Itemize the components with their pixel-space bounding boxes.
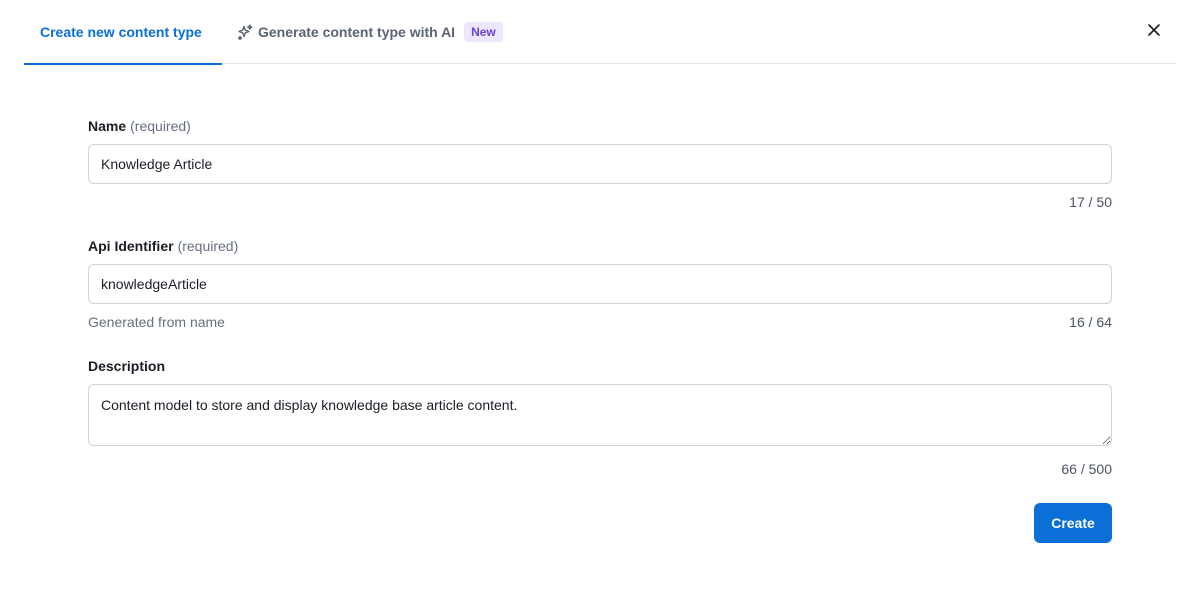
create-button[interactable]: Create — [1034, 503, 1112, 543]
name-label: Name (required) — [88, 118, 191, 134]
close-button[interactable] — [1144, 22, 1164, 42]
api-identifier-input[interactable] — [88, 264, 1112, 304]
create-content-type-modal: Create new content type Generate content… — [0, 0, 1200, 601]
tab-create-content-type[interactable]: Create new content type — [24, 0, 222, 65]
description-char-counter: 66 / 500 — [1061, 461, 1112, 477]
name-char-counter: 17 / 50 — [1069, 194, 1112, 210]
new-badge: New — [464, 22, 503, 42]
api-identifier-label-text: Api Identifier — [88, 238, 174, 254]
description-label-text: Description — [88, 358, 166, 374]
tab-bar: Create new content type Generate content… — [24, 0, 1176, 65]
api-identifier-required-text: (required) — [177, 238, 239, 254]
sparkle-icon — [237, 24, 254, 41]
close-icon — [1147, 23, 1161, 42]
api-identifier-hint: Generated from name — [88, 314, 225, 330]
tab-generate-with-ai[interactable]: Generate content type with AI New — [237, 0, 503, 64]
api-identifier-label: Api Identifier (required) — [88, 238, 238, 254]
tab-ai-label: Generate content type with AI — [258, 24, 456, 40]
api-identifier-char-counter: 16 / 64 — [1069, 314, 1112, 330]
name-input[interactable] — [88, 144, 1112, 184]
name-label-text: Name — [88, 118, 127, 134]
description-label: Description — [88, 358, 165, 374]
tab-create-label: Create new content type — [40, 24, 202, 40]
name-required-text: (required) — [130, 118, 191, 134]
description-textarea[interactable]: Content model to store and display knowl… — [88, 384, 1112, 446]
